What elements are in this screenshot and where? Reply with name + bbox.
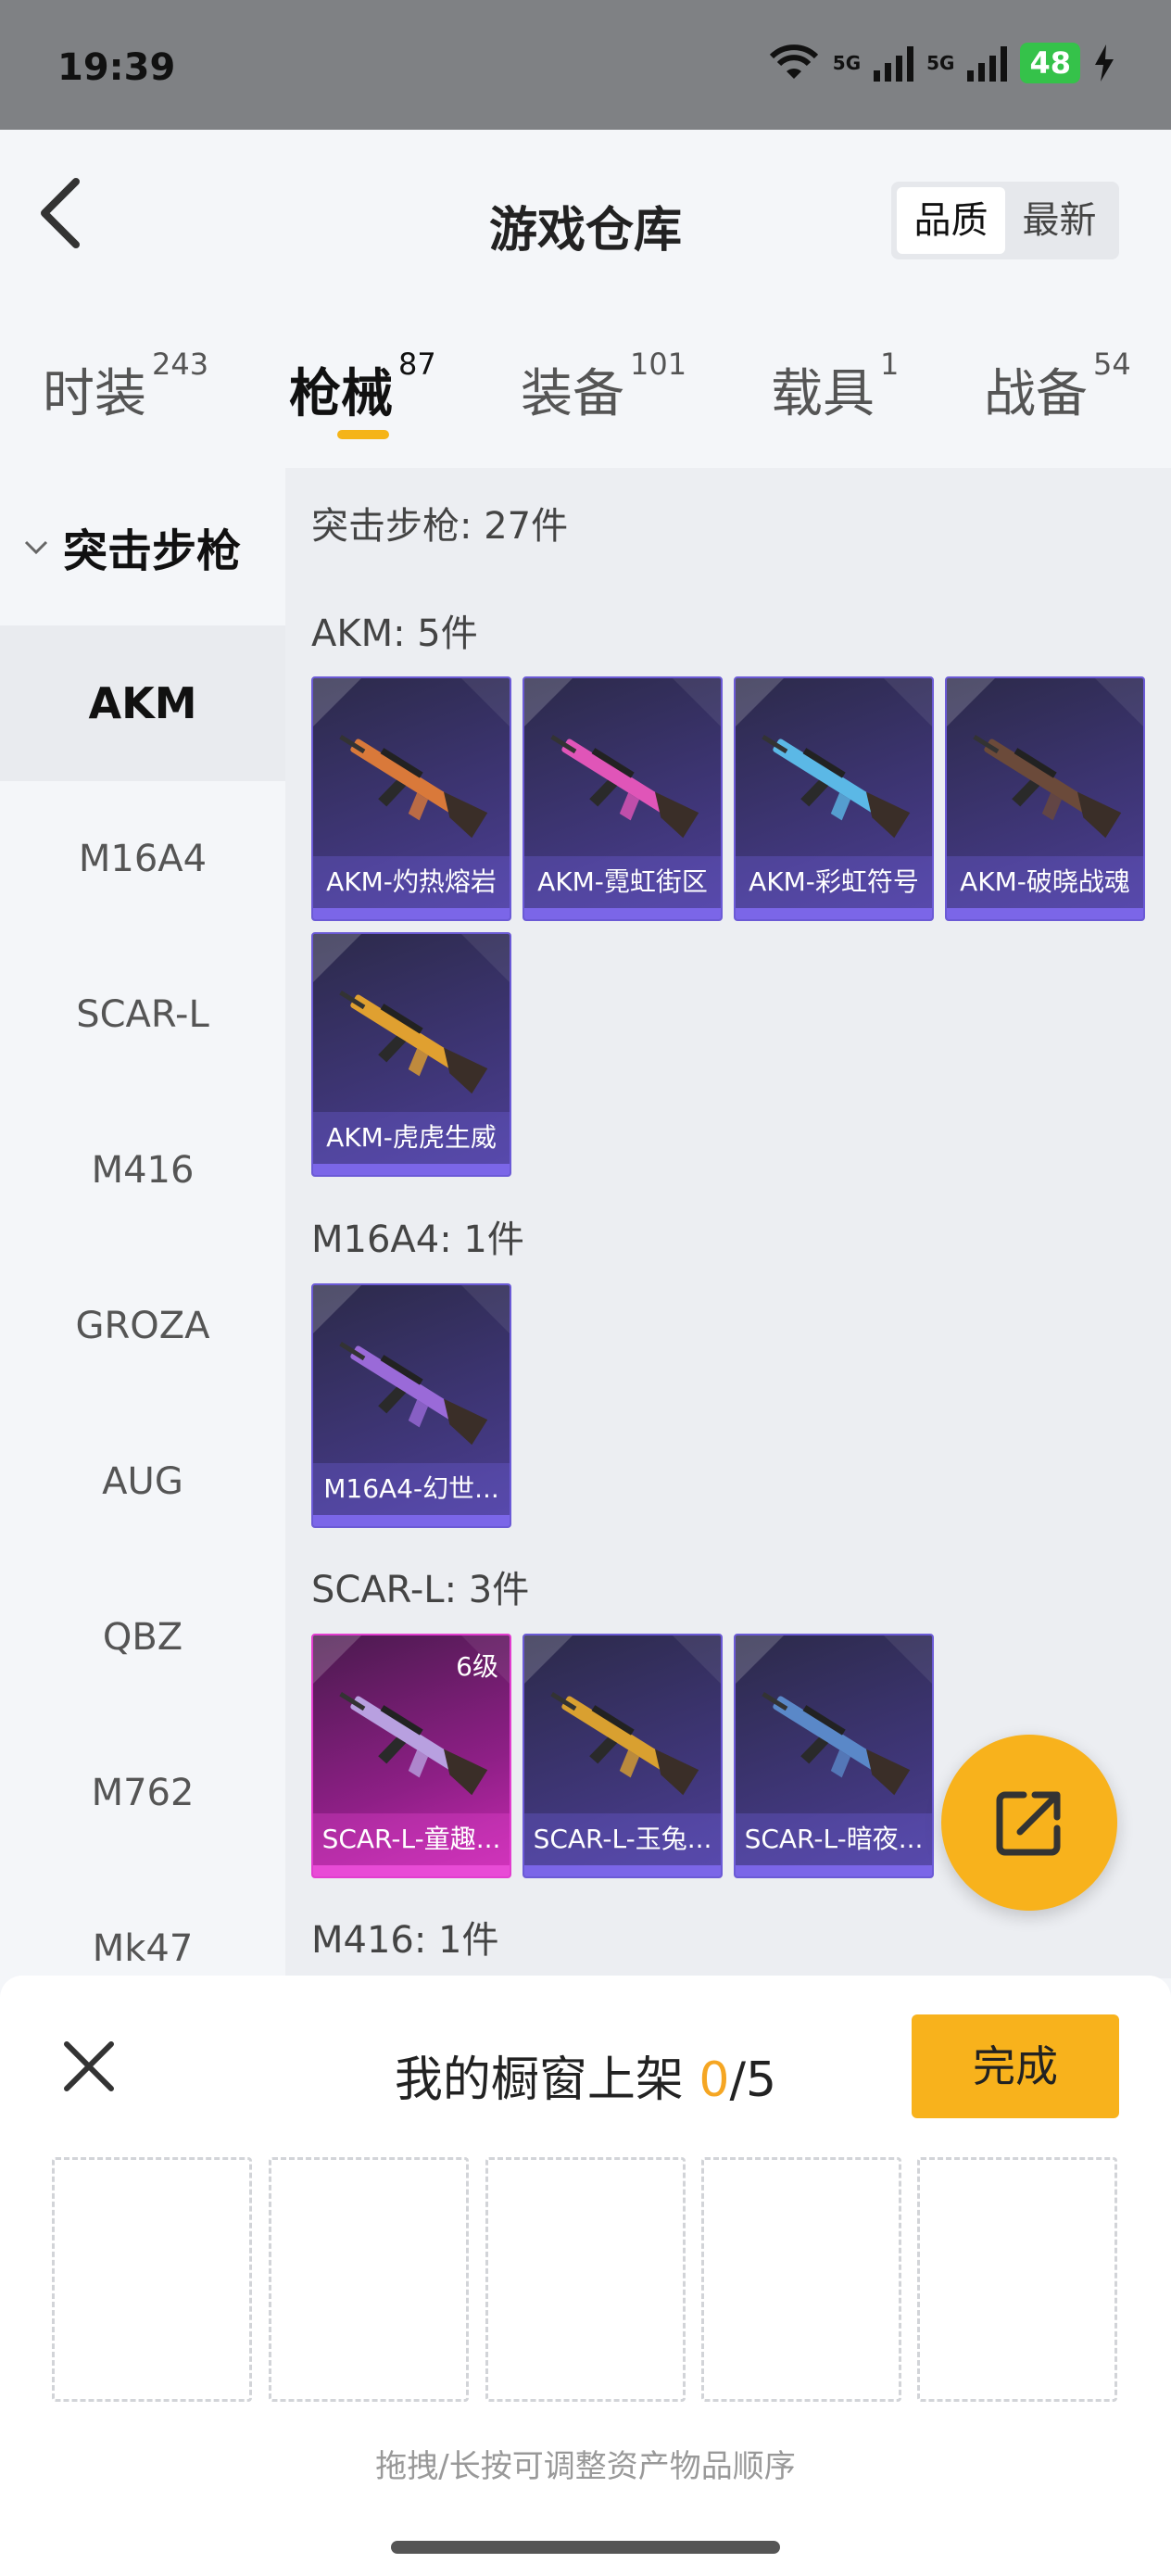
tab-label: 时装	[43, 364, 146, 424]
sort-quality-option[interactable]: 品质	[897, 187, 1005, 254]
tab-equipment[interactable]: 装备 101	[521, 347, 686, 427]
weapon-image	[550, 1691, 699, 1796]
sidebar-group-assault-rifles[interactable]: 突击步枪	[0, 468, 285, 625]
wifi-icon	[769, 44, 818, 79]
sidebar-item-m762[interactable]: M762	[0, 1715, 285, 1871]
share-icon	[996, 1791, 1061, 1856]
tab-label: 战备	[984, 364, 1088, 424]
weapon-card[interactable]: AKM-破晓战魂	[945, 676, 1145, 921]
status-bar: 19:39 5G 5G 48	[0, 0, 1171, 130]
tab-vehicles[interactable]: 载具 1	[771, 347, 899, 427]
weapon-name: AKM-虎虎生威	[313, 1112, 510, 1164]
weapon-name: SCAR-L-童趣...	[313, 1813, 510, 1865]
tab-count: 54	[1093, 347, 1131, 382]
tab-count: 87	[398, 347, 436, 382]
sidebar-item-m16a4[interactable]: M16A4	[0, 781, 285, 937]
weapon-image	[339, 734, 488, 839]
weapon-card[interactable]: SCAR-L-暗夜...	[734, 1634, 934, 1878]
share-fab-button[interactable]	[941, 1735, 1117, 1911]
weapon-name: AKM-破晓战魂	[947, 856, 1143, 908]
section-title-akm: AKM: 5件	[311, 612, 478, 655]
active-tab-indicator	[337, 430, 389, 439]
status-time: 19:39	[57, 46, 176, 89]
weapon-image	[339, 1691, 488, 1796]
sidebar-item-akm[interactable]: AKM	[0, 625, 285, 781]
weapon-name: AKM-霓虹街区	[524, 856, 721, 908]
weapon-card[interactable]: AKM-彩虹符号	[734, 676, 934, 921]
weapon-name: SCAR-L-玉兔...	[524, 1813, 721, 1865]
home-indicator	[391, 2541, 780, 2554]
tab-guns[interactable]: 枪械 87	[289, 347, 436, 427]
charging-icon	[1095, 44, 1114, 82]
tab-fashion[interactable]: 时装 243	[43, 347, 208, 427]
sidebar-item-m416[interactable]: M416	[0, 1092, 285, 1248]
tab-supplies[interactable]: 战备 54	[984, 347, 1131, 427]
sidebar-item-groza[interactable]: GROZA	[0, 1248, 285, 1404]
weapon-name: SCAR-L-暗夜...	[736, 1813, 932, 1865]
sidebar-group-label: 突击步枪	[63, 525, 242, 577]
showcase-count-current: 0	[699, 2052, 730, 2108]
network-type-1: 5G	[832, 52, 862, 74]
sidebar-item-mk47[interactable]: Mk47	[0, 1871, 285, 1978]
chevron-down-icon	[24, 540, 48, 555]
tab-count: 101	[630, 347, 687, 382]
weapon-name: M16A4-幻世...	[313, 1463, 510, 1515]
weapon-image	[550, 734, 699, 839]
app-header: 游戏仓库 品质 最新	[0, 130, 1171, 315]
showcase-slot[interactable]	[917, 2157, 1117, 2402]
section-title-m16a4: M16A4: 1件	[311, 1219, 524, 1261]
network-type-2: 5G	[926, 52, 955, 74]
weapon-name: AKM-彩虹符号	[736, 856, 932, 908]
showcase-title-text: 我的橱窗上架	[394, 2052, 699, 2108]
showcase-slot[interactable]	[52, 2157, 252, 2402]
weapon-image	[762, 734, 911, 839]
sort-latest-option[interactable]: 最新	[1005, 187, 1114, 254]
status-icons: 5G 5G 48	[768, 43, 1115, 83]
tab-count: 1	[880, 347, 900, 382]
weapon-name: AKM-灼热熔岩	[313, 856, 510, 908]
weapon-card[interactable]: SCAR-L-玉兔...	[523, 1634, 723, 1878]
category-summary: 突击步枪: 27件	[311, 505, 569, 548]
weapon-card[interactable]: 6级 SCAR-L-童趣...	[311, 1634, 511, 1878]
done-button[interactable]: 完成	[912, 2014, 1119, 2118]
tab-label: 枪械	[289, 364, 393, 424]
section-title-scar-l: SCAR-L: 3件	[311, 1569, 530, 1611]
sort-toggle: 品质 最新	[891, 182, 1119, 259]
weapon-image	[762, 1691, 911, 1796]
weapon-image	[339, 1341, 488, 1446]
section-title-m416: M416: 1件	[311, 1919, 499, 1962]
showcase-bottom-sheet: 我的橱窗上架 0/5 完成 拖拽/长按可调整资产物品顺序	[0, 1976, 1171, 2576]
sidebar-item-qbz[interactable]: QBZ	[0, 1559, 285, 1715]
tab-count: 243	[152, 347, 209, 382]
tab-label: 载具	[771, 364, 875, 424]
category-tabs: 时装 243 枪械 87 装备 101 载具 1 战备 54	[0, 334, 1171, 463]
weapon-image	[973, 734, 1122, 839]
sidebar-item-scar-l[interactable]: SCAR-L	[0, 937, 285, 1092]
showcase-count-total: /5	[729, 2052, 777, 2108]
tab-label: 装备	[521, 364, 624, 424]
weapon-card[interactable]: AKM-灼热熔岩	[311, 676, 511, 921]
signal-icon	[874, 44, 914, 82]
battery-level: 48	[1020, 43, 1080, 83]
signal-icon	[967, 44, 1008, 82]
reorder-hint: 拖拽/长按可调整资产物品顺序	[375, 2448, 796, 2485]
weapon-card[interactable]: AKM-霓虹街区	[523, 676, 723, 921]
weapon-type-sidebar: 突击步枪 AKM M16A4 SCAR-L M416 GROZA AUG QBZ…	[0, 468, 285, 1978]
showcase-slot[interactable]	[701, 2157, 901, 2402]
weapon-image	[339, 990, 488, 1094]
showcase-slot[interactable]	[269, 2157, 469, 2402]
weapon-card[interactable]: M16A4-幻世...	[311, 1283, 511, 1528]
sidebar-item-aug[interactable]: AUG	[0, 1404, 285, 1559]
weapon-card[interactable]: AKM-虎虎生威	[311, 932, 511, 1177]
showcase-slot[interactable]	[485, 2157, 686, 2402]
